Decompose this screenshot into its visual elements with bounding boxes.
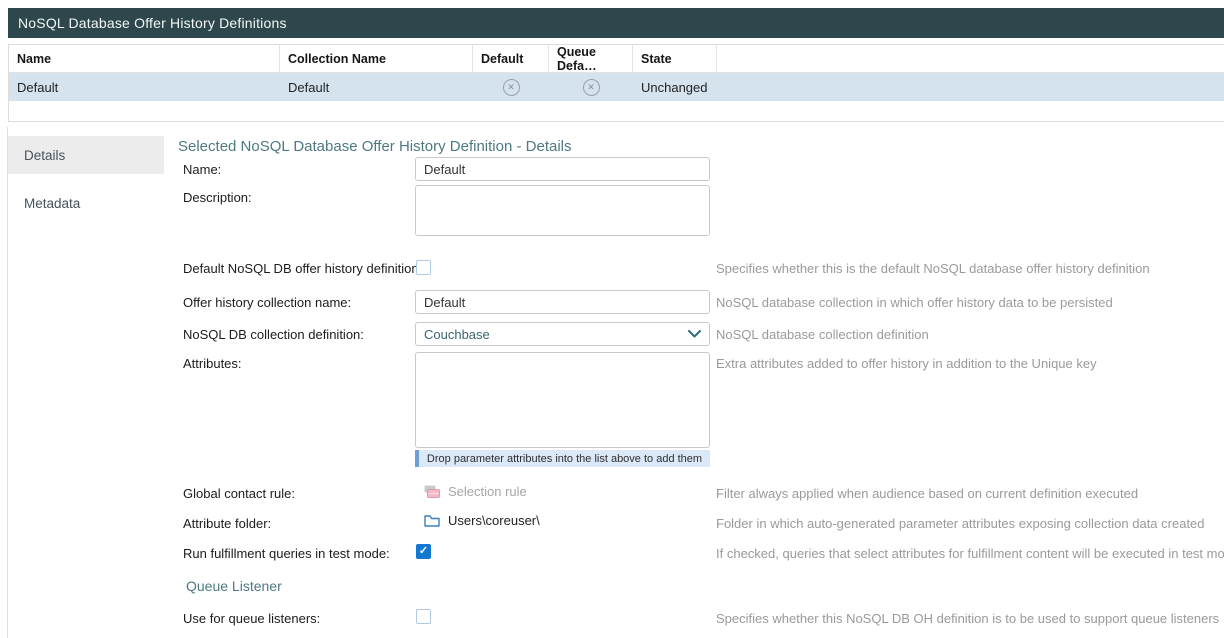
row-cell-collection-name: Default: [280, 73, 473, 101]
attributes-label: Attributes:: [183, 356, 242, 371]
default-definition-label: Default NoSQL DB offer history definitio…: [183, 261, 422, 276]
column-header-name[interactable]: Name: [9, 45, 280, 72]
run-fulfillment-label: Run fulfillment queries in test mode:: [183, 546, 390, 561]
attribute-folder-value[interactable]: Users\coreuser\: [424, 513, 540, 528]
table-header-row: Name Collection Name Default Queue Defa……: [9, 45, 1224, 73]
run-fulfillment-help: If checked, queries that select attribut…: [716, 546, 1224, 561]
column-header-queue-default[interactable]: Queue Defa…: [549, 45, 633, 72]
folder-icon: [424, 514, 440, 528]
use-queue-listeners-checkbox[interactable]: [416, 609, 431, 624]
column-header-filler: [717, 45, 1224, 72]
default-definition-checkbox[interactable]: [416, 260, 431, 275]
attribute-folder-text: Users\coreuser\: [448, 513, 540, 528]
page-title: NoSQL Database Offer History Definitions: [18, 15, 287, 31]
name-label: Name:: [183, 162, 221, 177]
table-empty-area: [9, 101, 1224, 120]
chevron-down-icon: [688, 330, 701, 338]
description-input[interactable]: [415, 185, 710, 236]
row-cell-name: Default: [9, 73, 280, 101]
collection-name-input[interactable]: [415, 290, 710, 314]
global-contact-rule-text: Selection rule: [448, 484, 527, 499]
tab-details[interactable]: Details: [8, 136, 164, 174]
selection-rule-icon: [424, 485, 440, 498]
collection-name-help: NoSQL database collection in which offer…: [716, 295, 1113, 310]
queue-listener-section-header: Queue Listener: [186, 578, 282, 594]
global-contact-rule-value[interactable]: Selection rule: [424, 484, 527, 499]
column-header-state[interactable]: State: [633, 45, 717, 72]
tab-metadata-label: Metadata: [24, 196, 80, 211]
attributes-list[interactable]: [415, 352, 710, 448]
default-definition-help: Specifies whether this is the default No…: [716, 261, 1150, 276]
name-input[interactable]: [415, 157, 710, 181]
attribute-folder-label: Attribute folder:: [183, 516, 271, 531]
attribute-folder-help: Folder in which auto-generated parameter…: [716, 516, 1205, 531]
page: NoSQL Database Offer History Definitions…: [0, 0, 1224, 638]
table-row[interactable]: Default Default Unchanged: [9, 73, 1224, 101]
circle-x-icon: [503, 79, 520, 96]
tab-metadata[interactable]: Metadata: [8, 184, 164, 222]
form-title: Selected NoSQL Database Offer History De…: [178, 138, 572, 155]
collection-name-label: Offer history collection name:: [183, 295, 351, 310]
circle-x-icon: [583, 79, 600, 96]
attributes-drop-hint-text: Drop parameter attributes into the list …: [427, 453, 702, 465]
collection-definition-value: Couchbase: [424, 327, 490, 342]
column-header-default[interactable]: Default: [473, 45, 549, 72]
attributes-help: Extra attributes added to offer history …: [716, 356, 1097, 371]
collection-definition-label: NoSQL DB collection definition:: [183, 327, 364, 342]
row-cell-queue-default: [549, 73, 633, 101]
run-fulfillment-checkbox[interactable]: [416, 544, 431, 559]
page-titlebar: NoSQL Database Offer History Definitions: [8, 8, 1224, 38]
definitions-table: Name Collection Name Default Queue Defa……: [8, 44, 1224, 122]
tab-details-label: Details: [24, 148, 65, 163]
description-label: Description:: [183, 190, 252, 205]
attributes-drop-hint: Drop parameter attributes into the list …: [415, 450, 710, 467]
column-header-collection-name[interactable]: Collection Name: [280, 45, 473, 72]
row-cell-default: [473, 73, 549, 101]
use-queue-listeners-help: Specifies whether this NoSQL DB OH defin…: [716, 611, 1219, 626]
collection-definition-help: NoSQL database collection definition: [716, 327, 929, 342]
use-queue-listeners-label: Use for queue listeners:: [183, 611, 320, 626]
collection-definition-select[interactable]: Couchbase: [415, 322, 710, 346]
row-cell-state: Unchanged: [633, 73, 717, 101]
global-contact-rule-help: Filter always applied when audience base…: [716, 486, 1138, 501]
global-contact-rule-label: Global contact rule:: [183, 486, 295, 501]
